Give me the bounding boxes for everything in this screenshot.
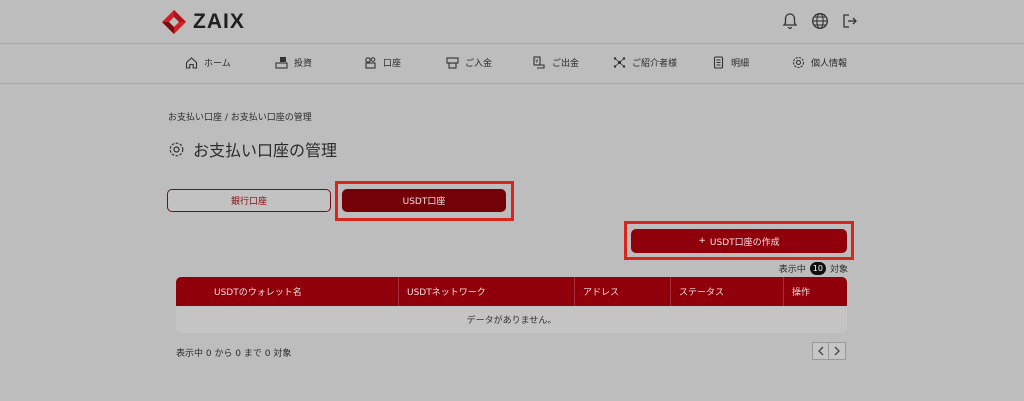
nav-label-statement: 明細 bbox=[731, 59, 750, 69]
breadcrumb: お支払い口座 / お支払い口座の管理 bbox=[168, 113, 312, 123]
nav-label-invest: 投資 bbox=[294, 59, 313, 69]
prev-page-button[interactable] bbox=[812, 342, 829, 360]
column-header-address: アドレス bbox=[574, 277, 670, 306]
pagination bbox=[812, 342, 846, 360]
nav-label-account: 口座 bbox=[383, 59, 402, 69]
nav-item-referral[interactable]: ご紹介者様 bbox=[613, 56, 677, 69]
bell-icon[interactable] bbox=[781, 12, 799, 30]
deposit-icon bbox=[446, 57, 459, 69]
nav-item-account[interactable]: 口座 bbox=[364, 56, 401, 69]
column-header-actions: 操作 bbox=[783, 277, 847, 306]
create-button-label: USDT口座の作成 bbox=[709, 237, 780, 248]
top-bar: ZAIX bbox=[0, 0, 1024, 44]
plus-icon: + bbox=[698, 236, 706, 246]
brand-name: ZAIX bbox=[193, 10, 245, 33]
logout-icon[interactable] bbox=[841, 12, 859, 30]
column-header-wallet-name: USDTのウォレット名 bbox=[214, 288, 302, 298]
account-icon bbox=[365, 57, 376, 69]
globe-icon[interactable] bbox=[811, 12, 829, 30]
page-title-text: お支払い口座の管理 bbox=[193, 141, 338, 160]
nav-item-withdraw[interactable]: ¥ ご出金 bbox=[533, 56, 579, 69]
display-count: 表示中 10 対象 bbox=[779, 262, 848, 275]
chevron-right-icon bbox=[834, 346, 840, 356]
count-prefix: 表示中 bbox=[778, 265, 806, 275]
nav-item-invest[interactable]: 投資 bbox=[275, 56, 312, 69]
tab-usdt-account[interactable]: USDT口座 bbox=[342, 189, 506, 212]
count-badge: 10 bbox=[809, 262, 826, 275]
svg-text:¥: ¥ bbox=[535, 59, 538, 65]
chevron-left-icon bbox=[817, 346, 823, 356]
nav-label-referral: ご紹介者様 bbox=[632, 59, 678, 69]
pagination-info: 表示中 0 から 0 まで 0 対象 bbox=[176, 349, 292, 359]
nav-label-home: ホーム bbox=[204, 59, 231, 69]
nav-item-profile[interactable]: 個人情報 bbox=[792, 56, 847, 69]
nav-item-home[interactable]: ホーム bbox=[185, 56, 231, 69]
gear-icon bbox=[169, 142, 184, 156]
table-empty-message: データがありません。 bbox=[466, 316, 557, 326]
home-icon bbox=[185, 57, 198, 69]
nav-label-withdraw: ご出金 bbox=[552, 59, 580, 69]
nav-label-profile: 個人情報 bbox=[811, 59, 848, 69]
nav-item-statement[interactable]: 明細 bbox=[712, 56, 749, 69]
page-title: お支払い口座の管理 bbox=[168, 137, 337, 161]
column-header-network: USDTネットワーク bbox=[398, 277, 574, 306]
main-nav: ホーム 投資 口座 ご入金 ¥ ご出金 ご紹介者様 明細 個人情報 bbox=[0, 44, 1024, 84]
withdraw-icon: ¥ bbox=[533, 56, 545, 69]
create-usdt-account-button[interactable]: + USDT口座の作成 bbox=[631, 229, 847, 253]
column-header-spacer bbox=[176, 277, 206, 306]
logo-mark-icon bbox=[162, 10, 186, 34]
column-header-status: ステータス bbox=[670, 277, 783, 306]
usdt-accounts-table: USDTのウォレット名 USDTネットワーク アドレス ステータス 操作 データ… bbox=[176, 277, 847, 333]
next-page-button[interactable] bbox=[829, 342, 846, 360]
nav-item-deposit[interactable]: ご入金 bbox=[446, 56, 492, 69]
tab-bank-account[interactable]: 銀行口座 bbox=[167, 189, 331, 212]
settings-icon bbox=[792, 56, 805, 69]
count-suffix: 対象 bbox=[829, 265, 848, 275]
statement-icon bbox=[713, 56, 724, 69]
table-header: USDTのウォレット名 USDTネットワーク アドレス ステータス 操作 bbox=[176, 277, 847, 306]
nav-label-deposit: ご入金 bbox=[465, 59, 493, 69]
invest-icon bbox=[275, 57, 288, 69]
logo[interactable]: ZAIX bbox=[161, 9, 245, 35]
referral-icon bbox=[613, 57, 626, 68]
